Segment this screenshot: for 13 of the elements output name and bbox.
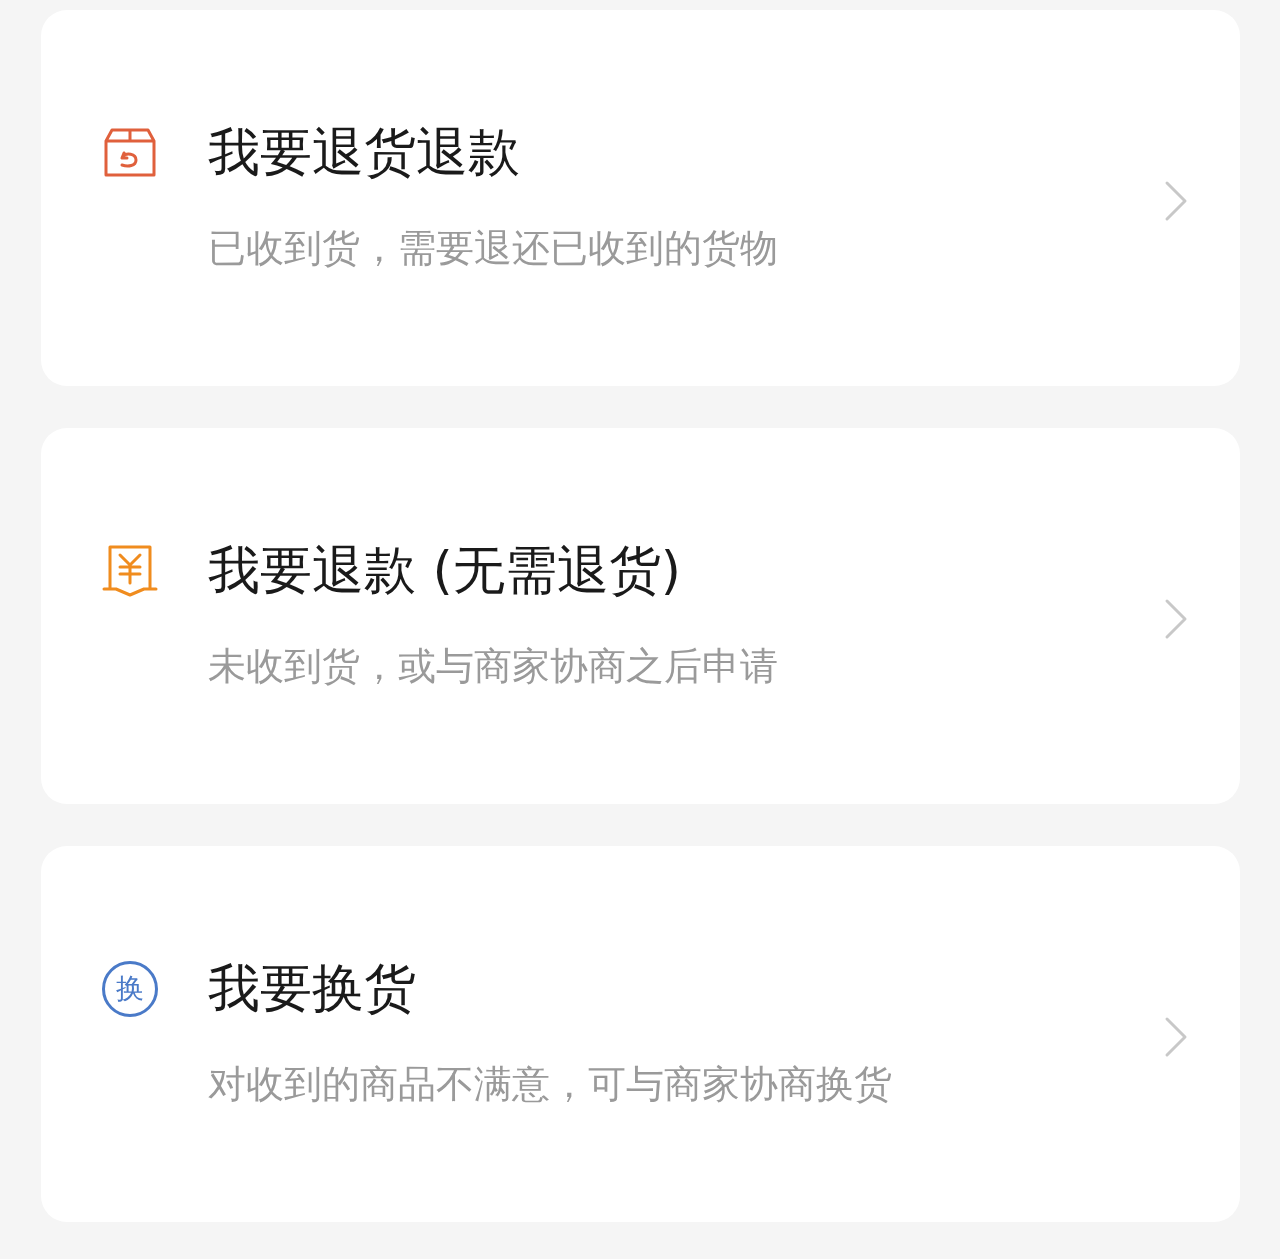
chevron-right-icon (1164, 180, 1188, 222)
option-title: 我要退款 (无需退货) (208, 539, 683, 602)
chevron-right-icon (1164, 598, 1188, 640)
option-title: 我要退货退款 (208, 121, 521, 184)
option-description: 对收到的商品不满意，可与商家协商换货 (208, 1061, 893, 1108)
option-card[interactable]: 我要退款 (无需退货) 未收到货，或与商家协商之后申请 (41, 428, 1240, 804)
chevron-right-icon (1164, 1016, 1188, 1058)
option-card[interactable]: 我要退货退款 已收到货，需要退还已收到的货物 (41, 10, 1240, 386)
option-description: 已收到货，需要退还已收到的货物 (208, 225, 779, 272)
option-card[interactable]: 换 我要换货 对收到的商品不满意，可与商家协商换货 (41, 846, 1240, 1222)
exchange-icon: 换 (101, 961, 158, 1017)
option-title: 我要换货 (208, 957, 417, 1020)
option-description: 未收到货，或与商家协商之后申请 (208, 643, 779, 690)
